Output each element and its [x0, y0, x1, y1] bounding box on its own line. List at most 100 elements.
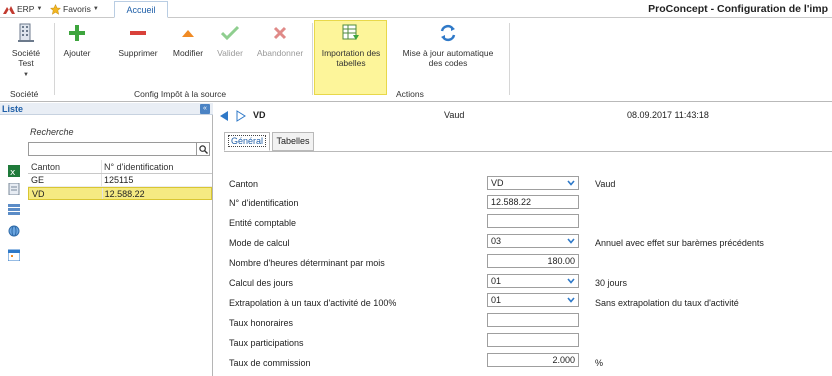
heures-field[interactable]: 180.00: [487, 254, 579, 268]
search-icon: [198, 144, 208, 154]
modifier-button[interactable]: Modifier: [168, 23, 208, 58]
canton-label: Canton: [229, 179, 259, 189]
import-table-icon: [341, 23, 361, 43]
identification-field[interactable]: 12.588.22: [487, 195, 579, 209]
column-header-canton[interactable]: Canton: [28, 160, 101, 173]
side-toolbar: x: [8, 163, 22, 273]
calcul-jours-label: Calcul des jours: [229, 278, 294, 288]
chevron-down-icon[interactable]: [564, 275, 578, 287]
calendar-icon[interactable]: [8, 249, 20, 261]
cell-canton: VD: [32, 189, 45, 199]
svg-text:x: x: [10, 168, 16, 177]
favoris-menu[interactable]: Favoris ▼: [50, 2, 99, 16]
document-icon[interactable]: [8, 183, 20, 195]
mode-calcul-value: 03: [491, 236, 502, 246]
participations-label: Taux participations: [229, 338, 304, 348]
erp-menu[interactable]: ERP ▼: [3, 2, 42, 16]
supprimer-button[interactable]: Supprimer: [113, 23, 163, 58]
chevron-down-icon: ▼: [23, 72, 29, 78]
tab-divider: [224, 151, 832, 152]
importation-label-line2: tabelles: [336, 58, 366, 68]
minus-icon: [128, 23, 148, 43]
extrapolation-description: Sans extrapolation du taux d'activité: [595, 298, 739, 308]
commission-field[interactable]: 2.000: [487, 353, 579, 367]
commission-unit: %: [595, 358, 604, 368]
mise-label-line2: des codes: [428, 58, 468, 68]
group-label-societe: Société: [10, 89, 39, 99]
entite-field[interactable]: [487, 214, 579, 228]
heures-label: Nombre d'heures déterminant par mois: [229, 258, 385, 268]
top-bar: ERP ▼ Favoris ▼ Accueil ProConcept - Con…: [0, 0, 832, 18]
extrapolation-select[interactable]: 01: [487, 293, 579, 307]
chevron-down-icon: ▼: [36, 6, 43, 12]
list-header: Liste: [0, 103, 213, 115]
grid-header-row: Canton N° d'identification: [28, 160, 212, 174]
valider-label: Valider: [217, 48, 243, 58]
ajouter-label: Ajouter: [63, 48, 91, 58]
plus-icon: [67, 23, 87, 43]
ribbon-separator: [312, 23, 313, 95]
chevron-down-icon: ▼: [92, 6, 99, 12]
ajouter-button[interactable]: Ajouter: [58, 23, 96, 58]
tab-accueil[interactable]: Accueil: [114, 1, 168, 18]
excel-icon[interactable]: x: [8, 165, 20, 177]
mode-calcul-label: Mode de calcul: [229, 238, 290, 248]
app-window: ERP ▼ Favoris ▼ Accueil ProConcept - Con…: [0, 0, 832, 376]
erp-menu-label: ERP: [17, 4, 35, 14]
table-row-selected[interactable]: VD 12.588.22: [28, 187, 212, 200]
tab-tabelles[interactable]: Tabelles: [272, 132, 314, 151]
mise-a-jour-codes-button[interactable]: Mise à jour automatique des codes: [392, 23, 504, 68]
group-label-actions: Actions: [396, 89, 424, 99]
cell-identification: 12.588.22: [101, 188, 211, 199]
extrapolation-value: 01: [491, 295, 502, 305]
modifier-label: Modifier: [172, 48, 204, 58]
ribbon-separator: [54, 23, 55, 95]
calcul-jours-select[interactable]: 01: [487, 274, 579, 288]
next-record-icon[interactable]: [236, 110, 246, 122]
mode-calcul-description: Annuel avec effet sur barèmes précédents: [595, 238, 764, 248]
chevron-down-icon[interactable]: [564, 235, 578, 247]
erp-logo-icon: [3, 5, 15, 14]
search-label: Recherche: [30, 127, 74, 137]
societe-button[interactable]: Société Test ▼: [5, 23, 47, 80]
chevron-down-icon[interactable]: [564, 294, 578, 306]
search-button[interactable]: [196, 142, 210, 156]
valider-button[interactable]: Valider: [212, 23, 248, 58]
ribbon-separator: [509, 23, 510, 95]
check-icon: [220, 23, 240, 43]
list-view-icon[interactable]: [8, 203, 20, 215]
cell-canton: GE: [31, 175, 45, 185]
record-code: VD: [253, 110, 266, 120]
importation-tabelles-button[interactable]: Importation des tabelles: [316, 23, 386, 68]
refresh-icon: [438, 23, 458, 43]
chevron-down-icon[interactable]: [564, 177, 578, 189]
record-name: Vaud: [444, 110, 465, 120]
record-timestamp: 08.09.2017 11:43:18: [627, 110, 709, 120]
calcul-jours-description: 30 jours: [595, 278, 628, 288]
globe-icon[interactable]: [8, 225, 20, 237]
canton-select[interactable]: VD: [487, 176, 579, 190]
abandonner-label: Abandonner: [256, 48, 304, 58]
app-title: ProConcept - Configuration de l'imp: [648, 3, 828, 15]
participations-field[interactable]: [487, 333, 579, 347]
entite-label: Entité comptable: [229, 218, 297, 228]
honoraires-field[interactable]: [487, 313, 579, 327]
column-header-identification[interactable]: N° d'identification: [101, 160, 211, 173]
list-panel: Liste « Recherche x Canton N° d'identifi…: [0, 103, 213, 376]
table-row[interactable]: GE 125115: [28, 174, 212, 187]
commission-label: Taux de commission: [229, 358, 311, 368]
mise-label-line1: Mise à jour automatique: [402, 48, 494, 58]
ribbon: Société Test ▼ Société Ajouter Supprimer…: [0, 19, 832, 102]
tab-general[interactable]: Général: [224, 132, 270, 151]
collapse-panel-icon[interactable]: «: [200, 104, 210, 114]
previous-record-icon[interactable]: [219, 110, 229, 122]
mode-calcul-select[interactable]: 03: [487, 234, 579, 248]
company-icon: [16, 23, 36, 43]
group-label-config: Config Impôt à la source: [134, 89, 227, 99]
canton-description: Vaud: [595, 179, 616, 189]
search-input[interactable]: [28, 142, 198, 156]
canton-grid: Canton N° d'identification GE 125115 VD …: [28, 160, 212, 200]
cancel-x-icon: [270, 23, 290, 43]
abandonner-button[interactable]: Abandonner: [252, 23, 308, 58]
calcul-jours-value: 01: [491, 276, 502, 286]
